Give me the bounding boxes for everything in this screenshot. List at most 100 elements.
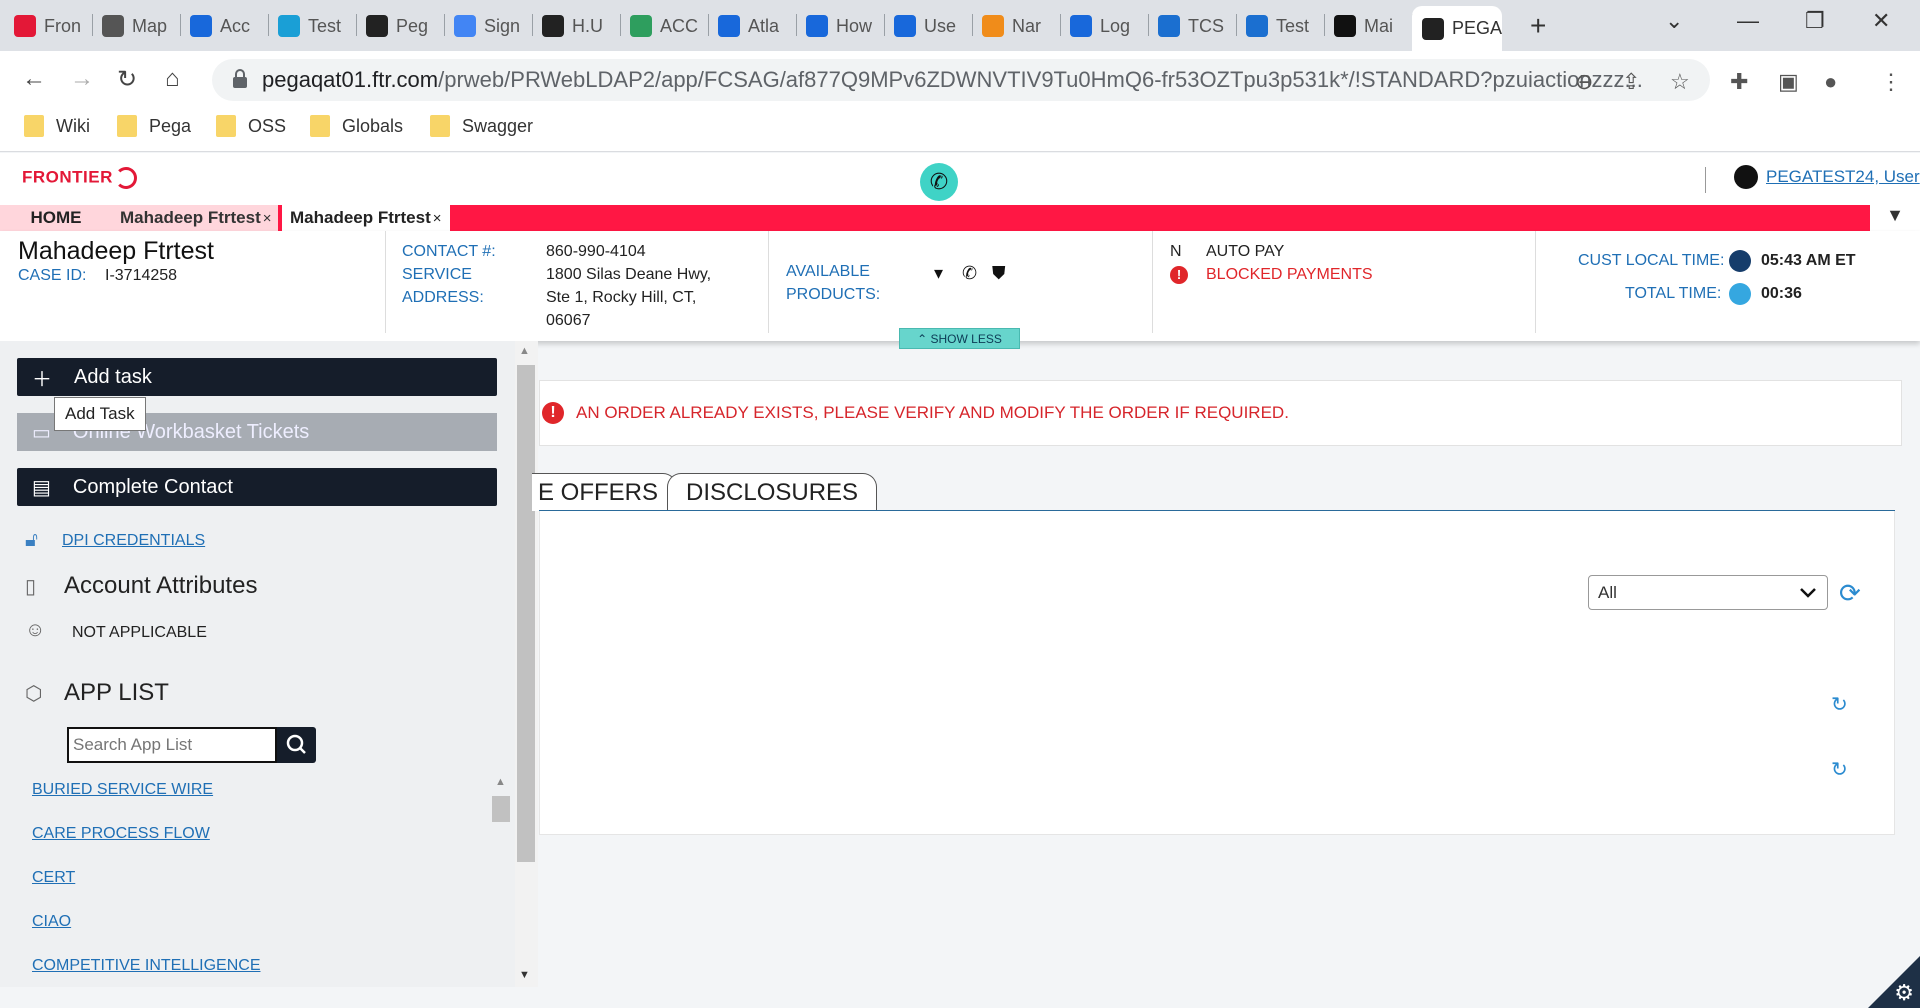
- tab-customer-2[interactable]: Mahadeep Ftrtest ×: [282, 205, 450, 231]
- browser-tab[interactable]: Log: [1060, 8, 1148, 44]
- extensions-icon[interactable]: ✚: [1730, 69, 1748, 95]
- close-tab-icon[interactable]: ×: [263, 210, 272, 227]
- browser-tab[interactable]: Mai: [1324, 8, 1412, 44]
- app-list-item[interactable]: CARE PROCESS FLOW: [32, 825, 210, 843]
- frontier-logo[interactable]: FRONTIER: [22, 167, 137, 189]
- browser-tab[interactable]: Map: [92, 8, 180, 44]
- bookmark-oss[interactable]: OSS: [216, 115, 286, 137]
- address-line-3: 06067: [546, 312, 591, 329]
- tab-customer-1[interactable]: Mahadeep Ftrtest ×: [112, 205, 278, 231]
- folder-icon: [24, 115, 44, 137]
- minimize-icon[interactable]: —: [1737, 8, 1759, 34]
- filter-dropdown[interactable]: All: [1588, 575, 1828, 610]
- home-icon[interactable]: ⌂: [165, 65, 180, 93]
- chevron-down-icon: [1800, 588, 1816, 598]
- app-list-item[interactable]: CERT: [32, 869, 75, 887]
- scroll-down-icon[interactable]: ▼: [519, 969, 530, 981]
- browser-tab[interactable]: Atla: [708, 8, 796, 44]
- browser-tab[interactable]: ACC: [620, 8, 708, 44]
- browser-tab-label: Use: [924, 15, 957, 36]
- phone-product-icon: ✆: [962, 263, 978, 283]
- browser-tab[interactable]: Test: [1236, 8, 1324, 44]
- browser-tab[interactable]: Use: [884, 8, 972, 44]
- close-window-icon[interactable]: ✕: [1872, 8, 1890, 34]
- restore-icon[interactable]: ❐: [1805, 8, 1825, 34]
- add-task-tooltip: Add Task: [54, 397, 146, 431]
- browser-tab-label: Log: [1100, 15, 1131, 36]
- browser-tab[interactable]: PEGA✕: [1412, 6, 1502, 51]
- contact-value: 860-990-4104: [546, 243, 646, 260]
- bookmark-globals[interactable]: Globals: [310, 115, 403, 137]
- browser-tab[interactable]: How: [796, 8, 884, 44]
- app-list-item[interactable]: CIAO: [32, 913, 71, 931]
- app-list-scrollbar[interactable]: ▲: [490, 776, 511, 982]
- cloud-icon: [1158, 15, 1180, 37]
- scroll-up-icon[interactable]: ▲: [495, 776, 506, 788]
- add-task-button[interactable]: ＋ Add task: [17, 358, 497, 396]
- cust-local-time-value: 05:43 AM ET: [1761, 252, 1856, 269]
- reload-icon[interactable]: ↻: [117, 65, 137, 94]
- sync-icon[interactable]: ⟳: [1839, 578, 1861, 609]
- browser-tab[interactable]: Acc: [180, 8, 268, 44]
- browser-tab-label: Sign: [484, 15, 521, 36]
- app-list-scroll-thumb[interactable]: [492, 796, 510, 822]
- user-name-link[interactable]: PEGATEST24, User: [1766, 167, 1920, 187]
- app-list-search-button[interactable]: [277, 727, 316, 763]
- browser-tab[interactable]: Sign: [444, 8, 532, 44]
- pega-icon: [366, 15, 388, 37]
- tab-search-chevron-icon[interactable]: ⌄: [1665, 8, 1683, 34]
- app-list-item[interactable]: COMPETITIVE INTELLIGENCE: [32, 957, 260, 975]
- settings-gear-icon[interactable]: ⚙: [1894, 980, 1914, 1006]
- refresh-icon[interactable]: ↻: [1831, 757, 1848, 782]
- browser-tab[interactable]: H.U: [532, 8, 620, 44]
- forward-icon[interactable]: →: [70, 65, 94, 93]
- bookmark-swagger[interactable]: Swagger: [430, 115, 533, 137]
- tabs-dropdown-icon[interactable]: ▼: [1870, 205, 1920, 231]
- bookmark-pega[interactable]: Pega: [117, 115, 191, 137]
- close-tab-icon[interactable]: ×: [433, 210, 442, 227]
- browser-tab-label: Test: [308, 15, 342, 36]
- menu-kebab-icon[interactable]: ⋮: [1880, 69, 1902, 95]
- autopay-flag: N: [1170, 243, 1182, 260]
- error-icon: !: [542, 402, 564, 424]
- phone-call-button[interactable]: ✆: [920, 163, 958, 201]
- complete-contact-button[interactable]: ▤ Complete Contact: [17, 468, 497, 506]
- work-tabs-bar: HOME Mahadeep Ftrtest × Mahadeep Ftrtest ×…: [0, 205, 1920, 231]
- profile-icon[interactable]: ●: [1824, 69, 1837, 95]
- document-icon: ▤: [32, 476, 51, 499]
- browser-tab[interactable]: Nar: [972, 8, 1060, 44]
- side-panel-icon[interactable]: ▣: [1778, 69, 1799, 95]
- tab-home[interactable]: HOME: [0, 205, 112, 231]
- zoom-icon[interactable]: ⊖: [1575, 69, 1593, 95]
- browser-tab-label: Test: [1276, 15, 1310, 36]
- app-list-search-input[interactable]: [67, 727, 277, 763]
- bookmark-star-icon[interactable]: ☆: [1670, 69, 1690, 95]
- show-less-button[interactable]: ⌃ SHOW LESS: [899, 328, 1020, 349]
- lock-icon[interactable]: [232, 69, 248, 89]
- timer-icon: [1729, 283, 1751, 305]
- browser-tab[interactable]: Test: [268, 8, 356, 44]
- scroll-up-icon[interactable]: ▲: [519, 345, 530, 357]
- atlassian-icon: [1070, 15, 1092, 37]
- address-bar[interactable]: pegaqat01.ftr.com/prweb/PRWebLDAP2/app/F…: [212, 59, 1710, 101]
- app-list-item[interactable]: BURIED SERVICE WIRE: [32, 781, 213, 799]
- refresh-icon[interactable]: ↻: [1831, 692, 1848, 717]
- dpi-credentials-link[interactable]: DPI CREDENTIALS: [62, 532, 205, 550]
- clock-icon: [1729, 250, 1751, 272]
- browser-tab-label: PEGA: [1452, 18, 1502, 38]
- alert-message: AN ORDER ALREADY EXISTS, PLEASE VERIFY A…: [576, 403, 1289, 422]
- google-icon: [454, 15, 476, 37]
- back-icon[interactable]: ←: [22, 65, 46, 93]
- new-tab-button[interactable]: +: [1530, 10, 1546, 42]
- tab-offers[interactable]: E OFFERS: [532, 473, 678, 511]
- tab-disclosures[interactable]: DISCLOSURES: [667, 473, 878, 511]
- bookmark-wiki[interactable]: Wiki: [24, 115, 90, 137]
- browser-tab[interactable]: Fron: [4, 8, 92, 44]
- browser-toolbar: ← → ↻ ⌂ pegaqat01.ftr.com/prweb/PRWebLDA…: [0, 51, 1920, 109]
- user-menu[interactable]: PEGATEST24, User: [1734, 165, 1920, 189]
- left-panel-scroll-thumb[interactable]: [517, 365, 535, 862]
- q-icon: [630, 15, 652, 37]
- share-icon[interactable]: ⇪: [1622, 69, 1640, 95]
- browser-tab[interactable]: TCS: [1148, 8, 1236, 44]
- browser-tab[interactable]: Peg: [356, 8, 444, 44]
